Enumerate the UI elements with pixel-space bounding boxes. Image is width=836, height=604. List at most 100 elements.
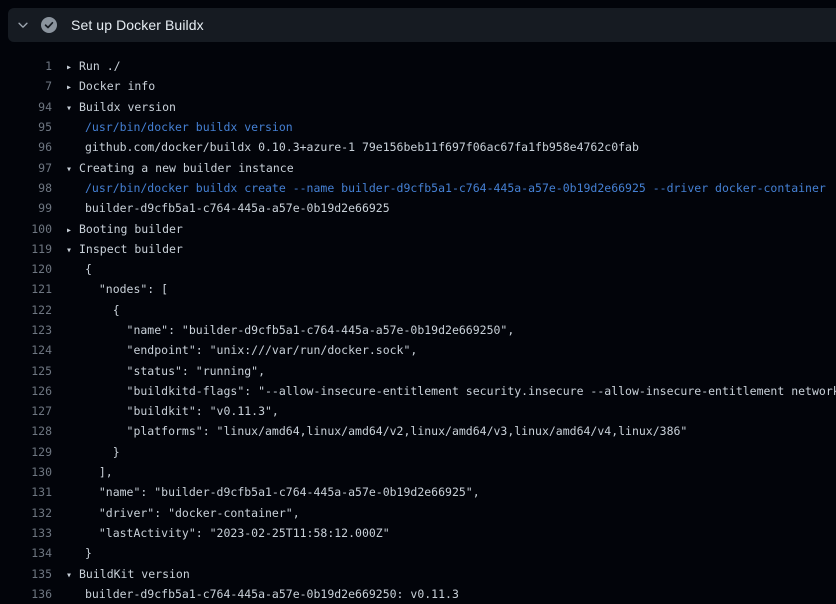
log-line: 126 "buildkitd-flags": "--allow-insecure… — [0, 381, 836, 401]
log-command-text: /usr/bin/docker buildx create --name bui… — [85, 181, 826, 195]
log-group-toggle[interactable]: ▾Creating a new builder instance — [66, 161, 294, 175]
chevron-down-icon — [15, 17, 31, 33]
line-number[interactable]: 136 — [0, 587, 52, 601]
line-number[interactable]: 123 — [0, 323, 52, 337]
log-group-title: Docker info — [79, 79, 155, 93]
log-output-text: "name": "builder-d9cfb5a1-c764-445a-a57e… — [85, 485, 480, 499]
log-line: 95 /usr/bin/docker buildx version — [0, 117, 836, 137]
line-number[interactable]: 125 — [0, 364, 52, 378]
log-output-text: { — [85, 262, 92, 276]
log-line: 124 "endpoint": "unix:///var/run/docker.… — [0, 340, 836, 360]
triangle-right-icon: ▸ — [66, 225, 79, 236]
log-group-toggle[interactable]: ▾Buildx version — [66, 100, 176, 114]
triangle-right-icon: ▸ — [66, 82, 79, 93]
log-group-title: Run ./ — [79, 59, 121, 73]
log-line: 129 } — [0, 442, 836, 462]
line-number[interactable]: 135 — [0, 567, 52, 581]
log-output-text: "nodes": [ — [85, 282, 168, 296]
log-output-text: "lastActivity": "2023-02-25T11:58:12.000… — [85, 526, 390, 540]
log-output-text: builder-d9cfb5a1-c764-445a-a57e-0b19d2e6… — [85, 587, 459, 601]
log-line: 123 "name": "builder-d9cfb5a1-c764-445a-… — [0, 320, 836, 340]
log-output-text: "driver": "docker-container", — [85, 506, 300, 520]
line-number[interactable]: 124 — [0, 343, 52, 357]
log-output-text: builder-d9cfb5a1-c764-445a-a57e-0b19d2e6… — [85, 201, 390, 215]
log-output-text: } — [85, 546, 92, 560]
triangle-down-icon: ▾ — [66, 245, 79, 256]
log-output-text: { — [85, 303, 120, 317]
step-header-set-up-docker-buildx[interactable]: Set up Docker Buildx — [8, 8, 836, 42]
line-number[interactable]: 126 — [0, 384, 52, 398]
log-output-text: "endpoint": "unix:///var/run/docker.sock… — [85, 343, 417, 357]
line-number[interactable]: 133 — [0, 526, 52, 540]
line-number[interactable]: 96 — [0, 140, 52, 154]
log-group-toggle[interactable]: ▾BuildKit version — [66, 567, 190, 581]
log-line: 96 github.com/docker/buildx 0.10.3+azure… — [0, 137, 836, 157]
log-group-title: Creating a new builder instance — [79, 161, 294, 175]
line-number[interactable]: 121 — [0, 282, 52, 296]
log-line: 122 { — [0, 300, 836, 320]
log-line: 99 builder-d9cfb5a1-c764-445a-a57e-0b19d… — [0, 198, 836, 218]
log-line: 100 ▸Booting builder — [0, 218, 836, 238]
log-line: 128 "platforms": "linux/amd64,linux/amd6… — [0, 421, 836, 441]
log-group-title: Inspect builder — [79, 242, 183, 256]
line-number[interactable]: 127 — [0, 404, 52, 418]
line-number[interactable]: 132 — [0, 506, 52, 520]
log-line: 7 ▸Docker info — [0, 76, 836, 96]
triangle-down-icon: ▾ — [66, 103, 79, 114]
log-line: 134 } — [0, 543, 836, 563]
line-number[interactable]: 129 — [0, 445, 52, 459]
log-output-text: "name": "builder-d9cfb5a1-c764-445a-a57e… — [85, 323, 514, 337]
triangle-right-icon: ▸ — [66, 62, 79, 73]
log-line: 94 ▾Buildx version — [0, 97, 836, 117]
line-number[interactable]: 97 — [0, 161, 52, 175]
log-line: 131 "name": "builder-d9cfb5a1-c764-445a-… — [0, 482, 836, 502]
line-number[interactable]: 119 — [0, 242, 52, 256]
log-line: 125 "status": "running", — [0, 360, 836, 380]
log-group-title: BuildKit version — [79, 567, 190, 581]
line-number[interactable]: 100 — [0, 222, 52, 236]
line-number[interactable]: 134 — [0, 546, 52, 560]
log-line: 98 /usr/bin/docker buildx create --name … — [0, 178, 836, 198]
line-number[interactable]: 122 — [0, 303, 52, 317]
log-line: 132 "driver": "docker-container", — [0, 503, 836, 523]
log-group-toggle[interactable]: ▸Booting builder — [66, 222, 183, 236]
log-line: 130 ], — [0, 462, 836, 482]
line-number[interactable]: 94 — [0, 100, 52, 114]
log-output-text: "buildkit": "v0.11.3", — [85, 404, 279, 418]
log-group-toggle[interactable]: ▸Run ./ — [66, 59, 121, 73]
log-output-text: github.com/docker/buildx 0.10.3+azure-1 … — [85, 140, 639, 154]
line-number[interactable]: 120 — [0, 262, 52, 276]
log-output-text: } — [85, 445, 120, 459]
log-line: 120 { — [0, 259, 836, 279]
line-number[interactable]: 99 — [0, 201, 52, 215]
log-group-title: Buildx version — [79, 100, 176, 114]
log-group-toggle[interactable]: ▾Inspect builder — [66, 242, 183, 256]
log-viewer[interactable]: 1 ▸Run ./ 7 ▸Docker info 94 ▾Buildx vers… — [0, 42, 836, 604]
triangle-down-icon: ▾ — [66, 164, 79, 175]
log-line: 97 ▾Creating a new builder instance — [0, 157, 836, 177]
log-line: 121 "nodes": [ — [0, 279, 836, 299]
line-number[interactable]: 128 — [0, 424, 52, 438]
log-line: 133 "lastActivity": "2023-02-25T11:58:12… — [0, 523, 836, 543]
line-number[interactable]: 131 — [0, 485, 52, 499]
log-command-text: /usr/bin/docker buildx version — [85, 120, 293, 134]
triangle-down-icon: ▾ — [66, 570, 79, 581]
log-output-text: "platforms": "linux/amd64,linux/amd64/v2… — [85, 424, 687, 438]
log-line: 136 builder-d9cfb5a1-c764-445a-a57e-0b19… — [0, 584, 836, 604]
line-number[interactable]: 130 — [0, 465, 52, 479]
log-line: 1 ▸Run ./ — [0, 56, 836, 76]
check-circle-icon — [41, 17, 57, 33]
log-output-text: "buildkitd-flags": "--allow-insecure-ent… — [85, 384, 836, 398]
log-group-toggle[interactable]: ▸Docker info — [66, 79, 155, 93]
log-group-title: Booting builder — [79, 222, 183, 236]
log-output-text: ], — [85, 465, 113, 479]
line-number[interactable]: 1 — [0, 59, 52, 73]
line-number[interactable]: 98 — [0, 181, 52, 195]
log-output-text: "status": "running", — [85, 364, 265, 378]
log-line: 127 "buildkit": "v0.11.3", — [0, 401, 836, 421]
log-line: 119 ▾Inspect builder — [0, 239, 836, 259]
step-title: Set up Docker Buildx — [71, 17, 204, 33]
line-number[interactable]: 95 — [0, 120, 52, 134]
log-line: 135 ▾BuildKit version — [0, 563, 836, 583]
line-number[interactable]: 7 — [0, 79, 52, 93]
